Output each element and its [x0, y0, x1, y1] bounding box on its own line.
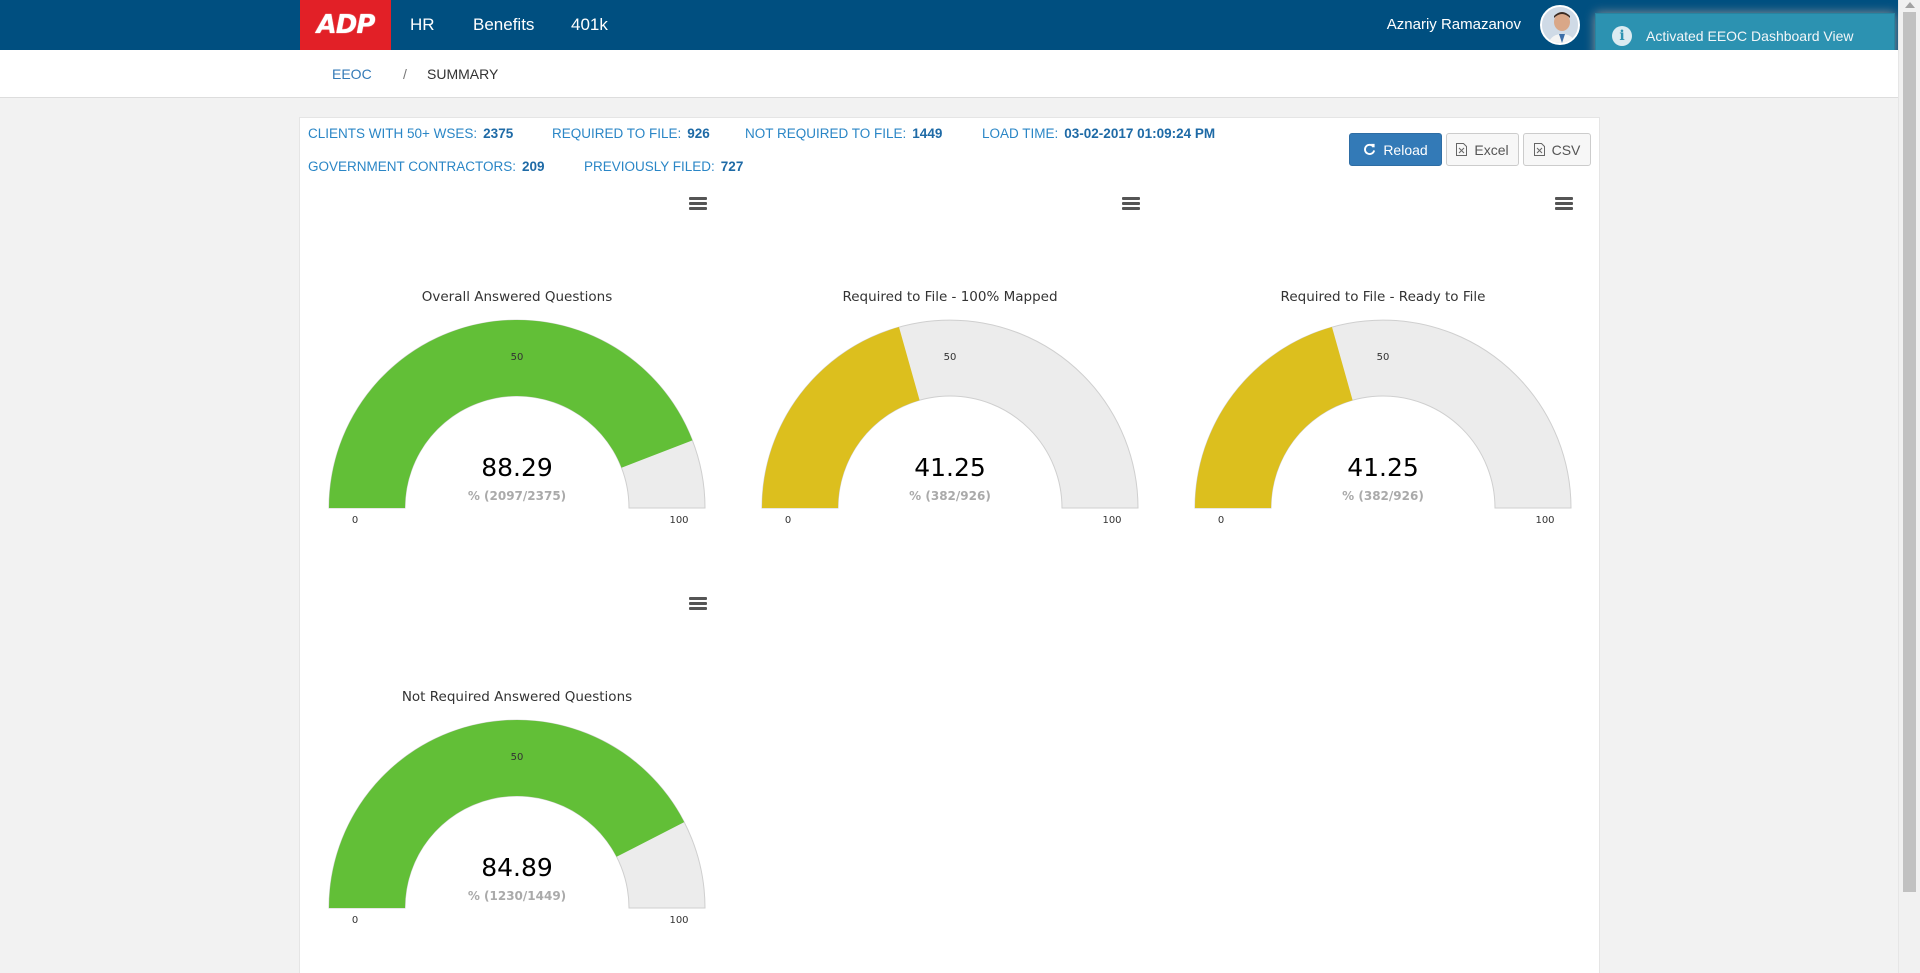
breadcrumb-separator: /: [403, 66, 407, 82]
info-icon: i: [1612, 26, 1632, 46]
excel-file-icon: [1456, 143, 1468, 156]
gauge-max-label: 100: [1535, 515, 1554, 526]
gauge-svg: Overall Answered Questions 50 0 100 88.29 % (…: [328, 289, 706, 526]
gauge-max-label: 100: [669, 515, 688, 526]
gauge-subtitle: % (382/926): [909, 489, 991, 503]
gauge-required-ready: Required to File - Ready to File 50 0 100 41…: [1183, 278, 1583, 578]
stat-not-required-label: NOT REQUIRED TO FILE:: [745, 126, 907, 141]
nav-item-benefits[interactable]: Benefits: [473, 0, 534, 50]
gauge-mid-label: 50: [944, 352, 957, 363]
gauge-min-label: 0: [1218, 515, 1224, 526]
toast-message: Activated EEOC Dashboard View: [1646, 28, 1854, 44]
vertical-scrollbar[interactable]: [1898, 0, 1920, 973]
stat-load-time-value: 03-02-2017 01:09:24 PM: [1064, 126, 1216, 141]
scroll-up-arrow-icon[interactable]: [1905, 2, 1915, 8]
stat-previously-filed: PREVIOUSLY FILED: 727: [584, 159, 743, 174]
excel-export-button[interactable]: Excel: [1446, 133, 1519, 166]
gauge-mid-label: 50: [511, 752, 524, 763]
gauge-svg: Required to File - 100% Mapped 50 0 100 41.2…: [761, 289, 1139, 526]
gauge-not-required-answered: Not Required Answered Questions 50 0 100 84.…: [317, 678, 717, 973]
stat-not-required-value: 1449: [912, 126, 943, 141]
user-name[interactable]: Aznariy Ramazanov: [1387, 0, 1521, 50]
chart-menu-icon[interactable]: [1555, 197, 1573, 213]
stat-required-label: REQUIRED TO FILE:: [552, 126, 682, 141]
gauge-title: Required to File - Ready to File: [1281, 289, 1486, 305]
stat-clients: CLIENTS WITH 50+ WSES: 2375: [308, 126, 513, 141]
chart-menu-icon[interactable]: [1122, 197, 1140, 213]
gauge-value: 88.29: [481, 453, 553, 482]
gauge-title: Overall Answered Questions: [422, 289, 613, 305]
stat-not-required: NOT REQUIRED TO FILE: 1449: [745, 126, 942, 141]
scrollbar-thumb[interactable]: [1903, 12, 1916, 892]
gauge-svg: Required to File - Ready to File 50 0 100 41…: [1194, 289, 1572, 526]
gauge-required-mapped: Required to File - 100% Mapped 50 0 100 41.2…: [750, 278, 1150, 578]
gauge-value: 84.89: [481, 853, 553, 882]
reload-label: Reload: [1383, 141, 1428, 158]
nav-item-hr[interactable]: HR: [410, 0, 435, 50]
stat-prev-label: PREVIOUSLY FILED:: [584, 159, 715, 174]
nav-item-401k[interactable]: 401k: [571, 0, 608, 50]
csv-export-button[interactable]: CSV: [1523, 133, 1591, 166]
gauge-value-band[interactable]: [762, 327, 920, 508]
stat-clients-label: CLIENTS WITH 50+ WSES:: [308, 126, 478, 141]
reload-button[interactable]: Reload: [1349, 133, 1442, 166]
adp-logo[interactable]: ADP: [300, 0, 391, 50]
dashboard-panel: CLIENTS WITH 50+ WSES: 2375 REQUIRED TO F…: [299, 117, 1600, 973]
gauge-mid-label: 50: [1377, 352, 1390, 363]
refresh-icon: [1363, 143, 1376, 156]
gauge-title: Required to File - 100% Mapped: [842, 289, 1057, 305]
stat-required-value: 926: [687, 126, 710, 141]
breadcrumb: EEOC / SUMMARY: [0, 50, 1898, 98]
gauge-subtitle: % (1230/1449): [468, 889, 566, 903]
gauge-subtitle: % (382/926): [1342, 489, 1424, 503]
user-avatar[interactable]: [1540, 5, 1580, 45]
gauge-title: Not Required Answered Questions: [402, 689, 632, 705]
stat-government-contractors: GOVERNMENT CONTRACTORS: 209: [308, 159, 545, 174]
stat-clients-value: 2375: [483, 126, 514, 141]
stat-load-time: LOAD TIME: 03-02-2017 01:09:24 PM: [982, 126, 1215, 141]
stat-gov-label: GOVERNMENT CONTRACTORS:: [308, 159, 517, 174]
gauge-max-label: 100: [1102, 515, 1121, 526]
csv-file-icon: [1533, 143, 1545, 156]
excel-label: Excel: [1474, 141, 1509, 158]
gauge-min-label: 0: [352, 915, 358, 926]
gauge-value: 41.25: [914, 453, 986, 482]
gauge-subtitle: % (2097/2375): [468, 489, 566, 503]
logo-text: ADP: [316, 10, 376, 40]
stat-prev-value: 727: [720, 159, 744, 174]
gauge-svg: Not Required Answered Questions 50 0 100 84.…: [328, 689, 706, 926]
breadcrumb-link-eeoc[interactable]: EEOC: [332, 66, 372, 82]
gauge-overall-answered: Overall Answered Questions 50 0 100 88.29 % (…: [317, 278, 717, 578]
gauge-mid-label: 50: [511, 352, 524, 363]
stat-required: REQUIRED TO FILE: 926: [552, 126, 710, 141]
gauge-max-label: 100: [669, 915, 688, 926]
gauge-min-label: 0: [352, 515, 358, 526]
stat-load-time-label: LOAD TIME:: [982, 126, 1059, 141]
chart-menu-icon[interactable]: [689, 197, 707, 213]
gauge-min-label: 0: [785, 515, 791, 526]
breadcrumb-current: SUMMARY: [427, 66, 499, 82]
chart-menu-icon[interactable]: [689, 597, 707, 613]
stat-gov-value: 209: [522, 159, 545, 174]
gauge-value: 41.25: [1347, 453, 1419, 482]
gauge-value-band[interactable]: [1195, 327, 1353, 508]
csv-label: CSV: [1551, 141, 1581, 158]
